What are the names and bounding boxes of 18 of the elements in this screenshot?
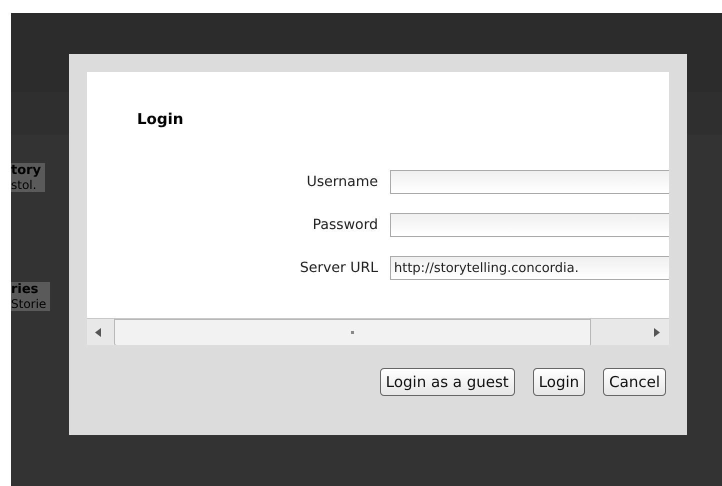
scroll-left-icon[interactable] — [95, 328, 101, 336]
story-title: tory — [11, 163, 42, 178]
field-label: Password — [312, 216, 378, 234]
story-subtitle: Storie — [11, 297, 46, 311]
story-title: ries — [11, 282, 38, 297]
dialog-button[interactable]: Cancel — [603, 368, 666, 396]
input-field[interactable] — [390, 213, 669, 237]
field-label: Username — [306, 172, 378, 192]
input-field[interactable] — [390, 170, 669, 194]
field-label: Server URL — [298, 258, 378, 278]
dialog-button[interactable]: Login as a guest — [380, 368, 515, 396]
horizontal-scrollbar[interactable] — [87, 318, 669, 345]
scrollbar-thumb[interactable] — [114, 318, 591, 345]
dialog-title: Login — [137, 109, 184, 130]
input-field[interactable]: http://storytelling.concordia. — [390, 256, 669, 280]
story-subtitle: stol. — [11, 178, 36, 192]
scroll-right-icon[interactable] — [654, 328, 660, 336]
dialog-button[interactable]: Login — [532, 368, 586, 396]
